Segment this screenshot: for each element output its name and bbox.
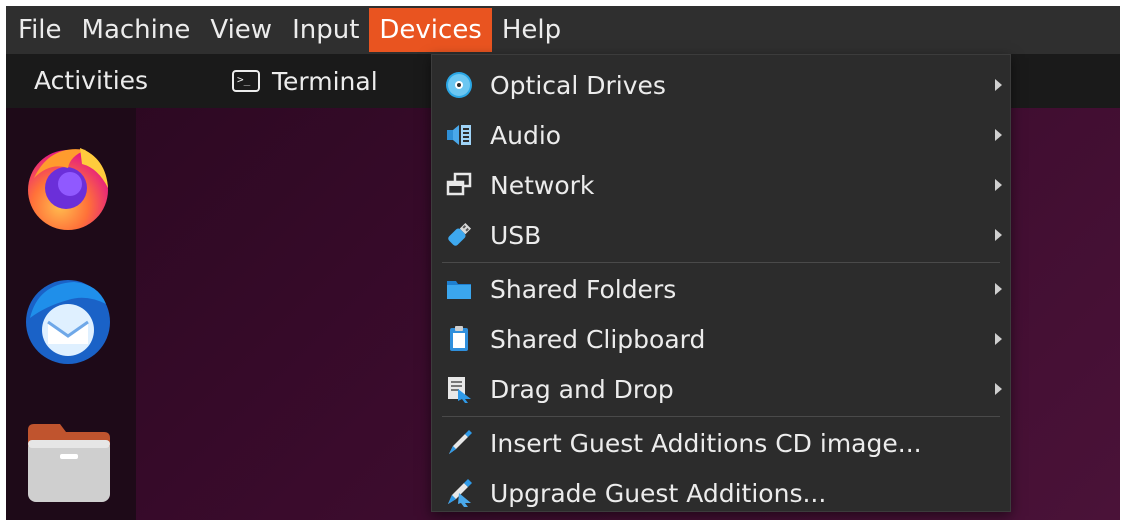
firefox-icon[interactable] — [20, 138, 116, 234]
network-icon — [444, 170, 474, 200]
activities-button[interactable]: Activities — [34, 54, 148, 108]
vbox-menubar: File Machine View Input Devices Help — [6, 6, 1120, 54]
submenu-arrow-icon — [995, 129, 1002, 141]
menu-item-label: Audio — [490, 120, 562, 150]
shared-folders-icon — [444, 274, 474, 304]
app-menu-terminal[interactable]: >_ Terminal — [232, 54, 378, 108]
insert-cd-icon — [444, 428, 474, 458]
menu-item-label: Shared Clipboard — [490, 324, 706, 354]
menu-item-label: Drag and Drop — [490, 374, 674, 404]
vm-window: File Machine View Input Devices Help Act… — [6, 6, 1120, 520]
drag-and-drop-icon — [444, 374, 474, 404]
menu-item-label: Network — [490, 170, 595, 200]
menu-item-label: USB — [490, 220, 542, 250]
submenu-arrow-icon — [995, 283, 1002, 295]
menu-separator — [442, 416, 1000, 417]
menu-item-insert-guest-additions[interactable]: Insert Guest Additions CD image... — [432, 418, 1010, 468]
app-menu-label: Terminal — [272, 66, 378, 96]
menu-help[interactable]: Help — [492, 8, 571, 52]
devices-menu: Optical Drives Audio Network USB Shared … — [431, 54, 1011, 512]
menu-view[interactable]: View — [200, 8, 282, 52]
usb-icon — [444, 220, 474, 250]
shared-clipboard-icon — [444, 324, 474, 354]
menu-file[interactable]: File — [6, 8, 72, 52]
menu-item-shared-folders[interactable]: Shared Folders — [432, 264, 1010, 314]
menu-devices[interactable]: Devices — [369, 8, 492, 52]
submenu-arrow-icon — [995, 333, 1002, 345]
menu-item-label: Insert Guest Additions CD image... — [490, 428, 922, 458]
submenu-arrow-icon — [995, 179, 1002, 191]
menu-item-upgrade-guest-additions[interactable]: Upgrade Guest Additions... — [432, 468, 1010, 518]
dock — [6, 108, 136, 520]
thunderbird-icon[interactable] — [20, 274, 116, 370]
optical-drive-icon — [444, 70, 474, 100]
menu-item-optical-drives[interactable]: Optical Drives — [432, 60, 1010, 110]
terminal-icon: >_ — [232, 70, 260, 92]
menu-item-label: Optical Drives — [490, 70, 666, 100]
submenu-arrow-icon — [995, 229, 1002, 241]
menu-separator — [442, 262, 1000, 263]
audio-icon — [444, 120, 474, 150]
submenu-arrow-icon — [995, 79, 1002, 91]
upgrade-icon — [444, 478, 474, 508]
menu-item-drag-and-drop[interactable]: Drag and Drop — [432, 364, 1010, 414]
menu-item-label: Upgrade Guest Additions... — [490, 478, 827, 508]
menu-input[interactable]: Input — [282, 8, 369, 52]
menu-item-audio[interactable]: Audio — [432, 110, 1010, 160]
files-icon[interactable] — [20, 410, 116, 506]
menu-item-usb[interactable]: USB — [432, 210, 1010, 260]
submenu-arrow-icon — [995, 383, 1002, 395]
menu-machine[interactable]: Machine — [72, 8, 201, 52]
menu-item-label: Shared Folders — [490, 274, 677, 304]
menu-item-network[interactable]: Network — [432, 160, 1010, 210]
menu-item-shared-clipboard[interactable]: Shared Clipboard — [432, 314, 1010, 364]
